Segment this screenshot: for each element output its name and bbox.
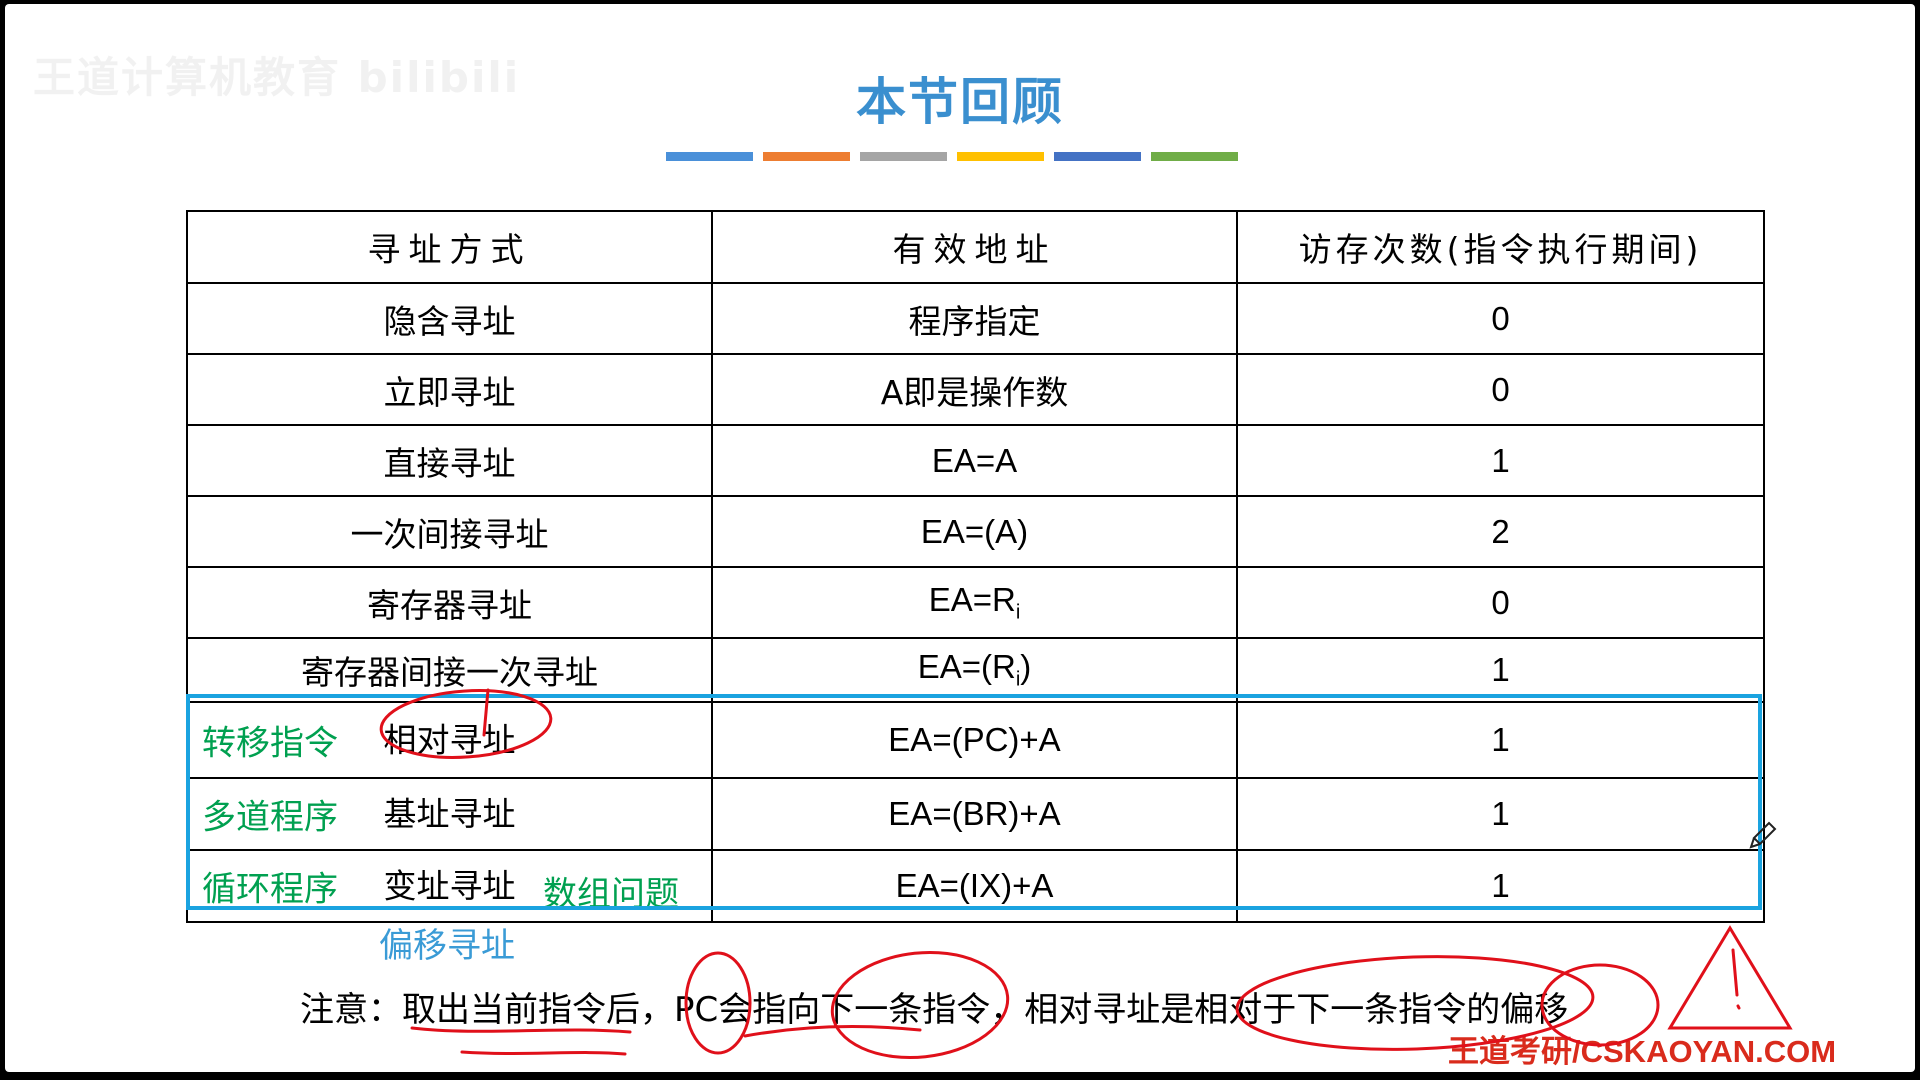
table-row: 一次间接寻址 EA=(A) 2 — [186, 495, 1765, 568]
ea-subscript: i — [1015, 601, 1021, 624]
cell-mode: 一次间接寻址 — [186, 495, 713, 568]
table-row: 转移指令 相对寻址 EA=(PC)+A 1 — [186, 701, 1765, 779]
cell-ea: EA=(BR)+A — [711, 777, 1238, 851]
title-bar-segment — [1054, 152, 1141, 161]
cell-mode: 直接寻址 — [186, 424, 713, 497]
cell-mode: 立即寻址 — [186, 353, 713, 426]
ea-prefix: EA=R — [928, 580, 1016, 618]
row-mode: 基址寻址 — [383, 794, 516, 834]
cell-ea: 程序指定 — [711, 282, 1238, 355]
cell-ea: EA=Ri — [711, 566, 1238, 639]
table-row: 立即寻址 A即是操作数 0 — [186, 353, 1765, 426]
title-bar-segment — [1151, 152, 1238, 161]
cell-count: 2 — [1236, 495, 1765, 568]
cell-count: 1 — [1236, 424, 1765, 497]
cell-ea: EA=(IX)+A — [711, 849, 1238, 923]
cell-count: 0 — [1236, 566, 1765, 639]
cell-mode: 转移指令 相对寻址 — [186, 701, 713, 779]
table-row: 多道程序 基址寻址 EA=(BR)+A 1 — [186, 777, 1765, 851]
cell-mode: 循环程序 变址寻址 数组问题 — [186, 849, 713, 923]
title-underline-bars — [666, 152, 1238, 161]
table-row: 寄存器间接一次寻址 EA=(Ri) 1 — [186, 637, 1765, 703]
cell-count: 0 — [1236, 353, 1765, 426]
ea-suffix: ) — [1020, 648, 1032, 686]
cell-count: 1 — [1236, 777, 1765, 851]
table-row: 隐含寻址 程序指定 0 — [186, 282, 1765, 355]
ea-prefix: EA=(R — [917, 648, 1016, 686]
cell-count: 1 — [1236, 637, 1765, 703]
cell-ea: EA=(A) — [711, 495, 1238, 568]
row-extra-note: 数组问题 — [543, 874, 679, 915]
row-mode: 相对寻址 — [383, 720, 516, 760]
cell-ea: EA=(Ri) — [711, 637, 1238, 703]
header-ea: 有效地址 — [711, 210, 1238, 284]
offset-addressing-label: 偏移寻址 — [379, 926, 515, 966]
cell-mode: 寄存器间接一次寻址 — [186, 637, 713, 703]
cell-ea: EA=A — [711, 424, 1238, 497]
addressing-table: 寻址方式 有效地址 访存次数(指令执行期间) 隐含寻址 程序指定 0 立即寻址 … — [186, 210, 1765, 923]
table-row: 寄存器寻址 EA=Ri 0 — [186, 566, 1765, 639]
cell-ea: A即是操作数 — [711, 353, 1238, 426]
header-mode: 寻址方式 — [186, 210, 713, 284]
title-bar-segment — [763, 152, 850, 161]
table-header-row: 寻址方式 有效地址 访存次数(指令执行期间) — [186, 210, 1765, 284]
brand-watermark: 王道考研/CSKAOYAN.COM — [1448, 1034, 1837, 1069]
note-text: 注意：取出当前指令后，PC会指向下一条指令，相对寻址是相对于下一条指令的偏移 — [300, 990, 1569, 1030]
cell-count: 1 — [1236, 701, 1765, 779]
title-bar-segment — [860, 152, 947, 161]
cell-mode: 多道程序 基址寻址 — [186, 777, 713, 851]
header-count: 访存次数(指令执行期间) — [1236, 210, 1765, 284]
table-row: 循环程序 变址寻址 数组问题 EA=(IX)+A 1 — [186, 849, 1765, 923]
cell-mode: 隐含寻址 — [186, 282, 713, 355]
cell-count: 1 — [1236, 849, 1765, 923]
cell-count: 0 — [1236, 282, 1765, 355]
cell-ea: EA=(PC)+A — [711, 701, 1238, 779]
cell-mode: 寄存器寻址 — [186, 566, 713, 639]
slide-title: 本节回顾 — [856, 73, 1064, 131]
title-bar-segment — [666, 152, 753, 161]
table-row: 直接寻址 EA=A 1 — [186, 424, 1765, 497]
title-bar-segment — [957, 152, 1044, 161]
